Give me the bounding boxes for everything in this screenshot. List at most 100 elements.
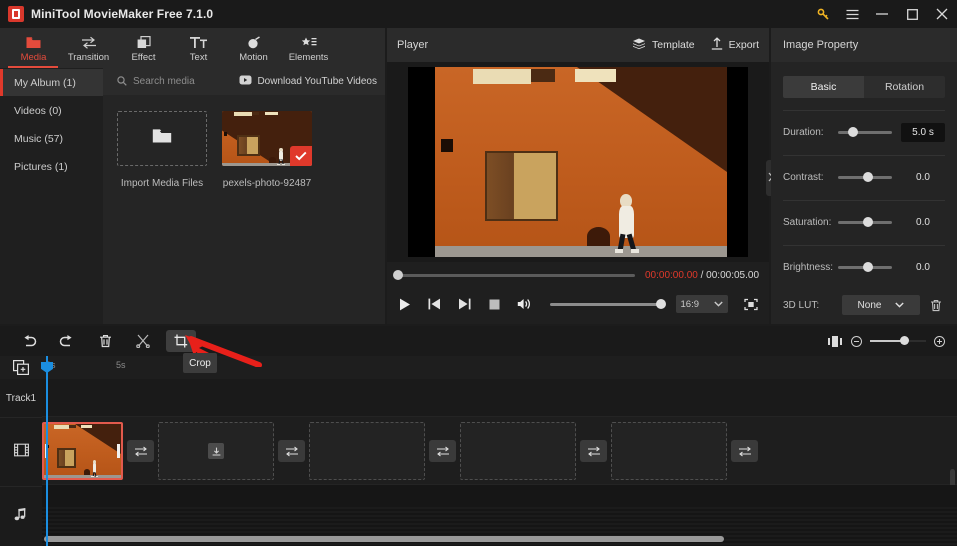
clip-trim-handle-right[interactable] <box>117 444 120 458</box>
duration-value[interactable]: 5.0 s <box>901 122 945 142</box>
track-head-audio[interactable] <box>0 487 42 546</box>
add-transition-button[interactable] <box>429 440 456 462</box>
sidebar-item-label: My Album (1) <box>14 76 76 89</box>
split-button[interactable] <box>128 330 158 352</box>
fit-timeline-icon[interactable] <box>826 333 843 350</box>
divider <box>783 155 945 156</box>
template-button[interactable]: Template <box>632 37 695 53</box>
check-badge-icon[interactable] <box>290 146 312 166</box>
timeline-toolbar <box>0 326 957 356</box>
preview-artwork <box>435 67 727 257</box>
export-button[interactable]: Export <box>711 37 759 53</box>
tab-elements[interactable]: Elements <box>281 28 336 68</box>
seek-knob[interactable] <box>393 270 403 280</box>
hamburger-menu-icon[interactable] <box>837 0 867 28</box>
zoom-out-icon[interactable] <box>851 335 862 347</box>
property-title: Image Property <box>783 39 859 51</box>
sidebar-item-music[interactable]: Music (57) <box>0 125 103 152</box>
stop-button[interactable] <box>486 296 502 313</box>
next-frame-button[interactable] <box>457 296 473 313</box>
undo-button[interactable] <box>14 330 44 352</box>
search-icon <box>117 73 127 91</box>
empty-clip-slot[interactable] <box>158 422 274 480</box>
brightness-slider[interactable] <box>838 262 892 272</box>
timeline-ruler[interactable]: 0s 5s <box>0 356 957 379</box>
tab-transition[interactable]: Transition <box>61 28 116 68</box>
delete-button[interactable] <box>90 330 120 352</box>
fullscreen-button[interactable] <box>742 295 759 313</box>
lut-value: None <box>857 299 882 311</box>
total-time: 00:00:05.00 <box>706 269 759 281</box>
player-title: Player <box>397 39 429 51</box>
tab-effect-label: Effect <box>131 51 156 63</box>
duration-knob[interactable] <box>847 127 858 137</box>
media-thumbnail[interactable] <box>222 111 312 166</box>
import-media-cell[interactable]: Import Media Files <box>117 111 207 189</box>
tab-basic-label: Basic <box>810 81 837 93</box>
download-youtube-videos-button[interactable]: Download YouTube Videos <box>239 75 377 88</box>
previous-frame-button[interactable] <box>427 296 443 313</box>
seek-slider[interactable] <box>393 270 635 280</box>
volume-knob[interactable] <box>655 299 666 309</box>
tab-rotation[interactable]: Rotation <box>864 76 945 98</box>
play-button[interactable] <box>397 296 413 313</box>
search-placeholder: Search media <box>133 76 195 87</box>
saturation-slider[interactable] <box>838 217 892 227</box>
sidebar-item-pictures[interactable]: Pictures (1) <box>0 153 103 180</box>
crop-button[interactable] <box>166 330 196 352</box>
key-icon[interactable] <box>809 0 837 28</box>
tab-basic[interactable]: Basic <box>783 76 864 98</box>
tab-text[interactable]: Text <box>171 28 226 68</box>
lut-select[interactable]: None <box>842 295 920 315</box>
layers-icon <box>632 38 646 53</box>
empty-clip-slot[interactable] <box>611 422 727 480</box>
brightness-knob[interactable] <box>862 262 873 272</box>
add-media-icon[interactable] <box>12 359 30 376</box>
tab-effect[interactable]: Effect <box>116 28 171 68</box>
media-item-label: pexels-photo-92487 <box>222 178 312 189</box>
redo-button[interactable] <box>52 330 82 352</box>
track-head-video[interactable] <box>0 418 42 486</box>
tab-media[interactable]: Media <box>6 28 61 68</box>
maximize-icon[interactable] <box>897 0 927 28</box>
sidebar-item-label: Videos (0) <box>14 104 62 117</box>
timeline-horizontal-scrollbar[interactable] <box>44 536 724 542</box>
import-media-dropzone[interactable] <box>117 111 207 166</box>
duration-slider[interactable] <box>838 127 892 137</box>
add-transition-button[interactable] <box>278 440 305 462</box>
zoom-in-icon[interactable] <box>934 335 945 347</box>
tab-motion[interactable]: Motion <box>226 28 281 68</box>
track-headers: Track1 <box>0 379 42 546</box>
empty-clip-slot[interactable] <box>460 422 576 480</box>
add-transition-button[interactable] <box>580 440 607 462</box>
track-head-text[interactable]: Track1 <box>0 379 42 417</box>
video-frame <box>435 67 727 257</box>
player-stage[interactable] <box>387 62 769 262</box>
chevron-down-icon <box>714 299 723 310</box>
empty-clip-slot[interactable] <box>309 422 425 480</box>
add-transition-button[interactable] <box>127 440 154 462</box>
add-transition-button[interactable] <box>731 440 758 462</box>
text-track-row[interactable] <box>42 379 957 417</box>
saturation-knob[interactable] <box>862 217 873 227</box>
close-icon[interactable] <box>927 0 957 28</box>
contrast-knob[interactable] <box>862 172 873 182</box>
sidebar-item-videos[interactable]: Videos (0) <box>0 97 103 124</box>
player-controls: 00:00:00.00 / 00:00:05.00 16:9 <box>387 262 769 324</box>
timeline-clip[interactable] <box>42 422 123 480</box>
video-track-row[interactable] <box>42 417 957 509</box>
media-toolbar: Search media Download YouTube Videos <box>103 68 385 95</box>
search-input[interactable]: Search media <box>117 73 195 91</box>
lut-delete-button[interactable] <box>927 296 945 314</box>
volume-button[interactable] <box>516 296 532 313</box>
volume-slider[interactable] <box>549 299 666 309</box>
media-item[interactable]: pexels-photo-92487 <box>222 111 312 189</box>
zoom-slider[interactable] <box>870 336 926 345</box>
zoom-knob[interactable] <box>900 336 910 345</box>
contrast-slider[interactable] <box>838 172 892 182</box>
motion-circle-icon <box>247 34 261 49</box>
aspect-ratio-select[interactable]: 16:9 <box>675 295 729 313</box>
sidebar-item-my-album[interactable]: My Album (1) <box>0 69 103 96</box>
minimize-icon[interactable] <box>867 0 897 28</box>
playhead[interactable] <box>41 356 53 546</box>
